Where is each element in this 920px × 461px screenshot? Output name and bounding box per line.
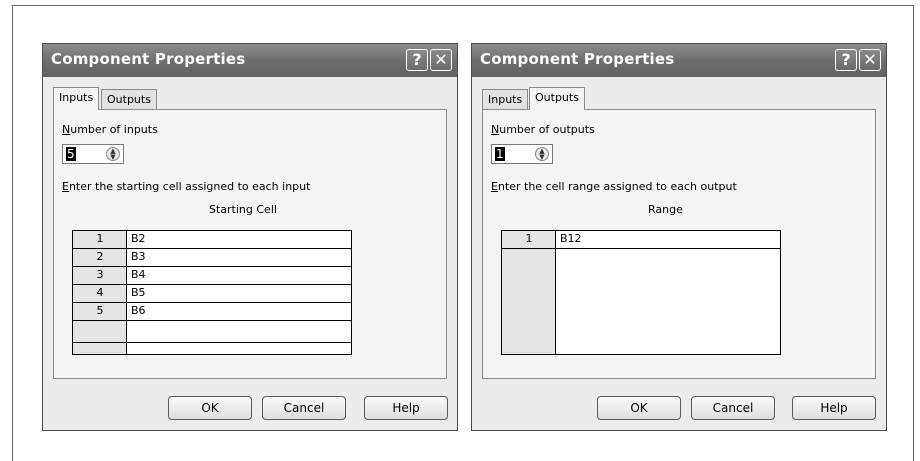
help-button[interactable]: Help [364,396,448,420]
table-row[interactable]: 2 B3 [73,249,351,267]
row-number: 5 [96,304,104,317]
tab-outputs[interactable]: Outputs [529,87,585,110]
tab-outputs[interactable]: Outputs [101,89,157,109]
table-row[interactable]: 1 B2 [73,231,351,249]
number-of-outputs-value[interactable]: 1 [495,147,505,161]
close-icon[interactable]: ✕ [859,49,881,71]
cell-range-instruction: Enter the cell range assigned to each ou… [491,180,737,193]
dialog-title: Component Properties [480,50,675,68]
table-row[interactable]: 3 B4 [73,267,351,285]
tab-inputs[interactable]: Inputs [482,89,529,109]
title-bar: Component Properties ? ✕ [472,44,886,77]
component-properties-dialog-inputs: Component Properties ? ✕ Inputs Outputs … [42,43,458,431]
spin-up-down-icon[interactable]: ▲ ▼ [535,147,549,161]
inputs-grid[interactable]: 1 B2 2 B3 3 B4 4 B5 5 B6 [72,230,352,355]
row-cell-value[interactable]: B6 [131,304,146,317]
component-properties-dialog-outputs: Component Properties ? ✕ Inputs Outputs … [471,43,887,431]
help-button[interactable]: Help [792,396,876,420]
table-row[interactable]: 4 B5 [73,285,351,303]
outputs-grid[interactable]: 1 B12 [501,230,781,355]
ok-button[interactable]: OK [168,396,252,420]
help-question-icon[interactable]: ? [835,49,857,71]
dialog-title: Component Properties [51,50,246,68]
ok-button[interactable]: OK [597,396,681,420]
row-cell-value[interactable]: B3 [131,250,146,263]
title-bar: Component Properties ? ✕ [43,44,457,77]
number-of-inputs-spinner[interactable]: 5 ▲ ▼ [62,144,124,164]
cancel-button[interactable]: Cancel [691,396,775,420]
spin-up-down-icon[interactable]: ▲ ▼ [106,147,120,161]
help-question-icon[interactable]: ? [406,49,428,71]
starting-cell-instruction: Enter the starting cell assigned to each… [62,180,311,193]
row-number: 2 [96,250,104,263]
row-cell-value[interactable]: B2 [131,232,146,245]
row-number: 3 [96,268,104,281]
table-row[interactable]: 5 B6 [73,303,351,321]
row-number: 1 [525,232,533,245]
number-of-outputs-label: Number of outputs [491,123,595,136]
row-number: 4 [96,286,104,299]
tab-inputs[interactable]: Inputs [53,87,100,110]
number-of-inputs-value[interactable]: 5 [66,147,76,161]
starting-cell-column-header: Starting Cell [209,203,277,216]
cancel-button[interactable]: Cancel [262,396,346,420]
row-number: 1 [96,232,104,245]
number-of-outputs-spinner[interactable]: 1 ▲ ▼ [491,144,553,164]
row-cell-value[interactable]: B5 [131,286,146,299]
table-row[interactable]: 1 B12 [502,231,780,249]
tab-panel-inputs: Number of inputs 5 ▲ ▼ Enter the starting… [53,109,447,379]
row-header-column [502,231,556,354]
number-of-inputs-label: Number of inputs [62,123,158,136]
range-column-header: Range [648,203,683,216]
tab-panel-outputs: Number of outputs 1 ▲ ▼ Enter the cell ra… [482,109,876,379]
row-cell-value[interactable]: B12 [560,232,582,245]
close-icon[interactable]: ✕ [430,49,452,71]
table-row-empty[interactable] [73,321,351,343]
row-cell-value[interactable]: B4 [131,268,146,281]
